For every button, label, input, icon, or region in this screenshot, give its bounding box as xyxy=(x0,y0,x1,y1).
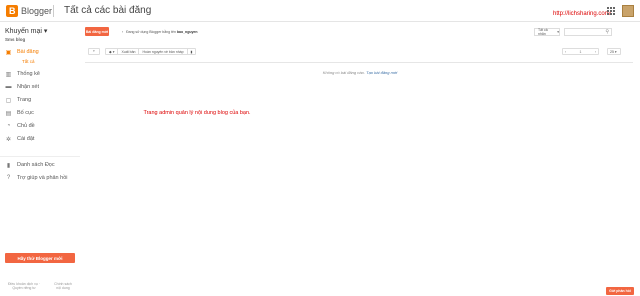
empty-state: Không có bài đăng nào. Tạo bài đăng mới xyxy=(80,70,640,75)
sidebar-item-comments[interactable]: ▬ Nhận xét xyxy=(5,82,40,92)
delete-button[interactable]: ▮ xyxy=(188,49,196,54)
sidebar-item-label: Thống kê xyxy=(17,71,40,77)
apps-grid-icon[interactable] xyxy=(607,7,615,15)
settings-icon: ✲ xyxy=(5,136,12,143)
label-button[interactable]: ◆ ▾ xyxy=(106,49,119,54)
layout-icon: ▤ xyxy=(5,110,12,117)
empty-state-text: Không có bài đăng nào. xyxy=(322,70,366,75)
sidebar-item-label: Nhận xét xyxy=(17,84,40,90)
sidebar-subitem-all[interactable]: Tất cả xyxy=(22,59,35,64)
sidebar-item-label: Trợ giúp và phản hồi xyxy=(17,175,68,181)
page-title: Tất cả các bài đăng xyxy=(64,5,152,16)
sidebar-item-pages[interactable]: ▢ Trang xyxy=(5,95,32,105)
list-divider xyxy=(85,62,633,63)
sidebar-item-stats[interactable]: ▥ Thống kê xyxy=(5,69,40,79)
sidebar-item-label: Trang xyxy=(17,97,32,103)
header-divider xyxy=(53,5,54,17)
blogger-logo-icon[interactable]: B xyxy=(6,5,18,17)
chevron-down-icon: ▾ xyxy=(557,30,559,34)
search-input[interactable]: ⚲ xyxy=(564,28,612,36)
prev-page-button[interactable]: ‹ xyxy=(565,50,566,54)
blog-selector[interactable]: Khuyến mại ▾ xyxy=(5,27,47,35)
bookmark-icon: ▮ xyxy=(6,162,11,169)
revert-to-draft-button[interactable]: Hoàn nguyên về bản nháp xyxy=(139,49,188,54)
pages-icon: ▢ xyxy=(5,97,12,104)
sidebar-item-help[interactable]: ? Trợ giúp và phản hồi xyxy=(5,173,68,183)
try-new-blogger-button[interactable]: Hãy thử Blogger mới xyxy=(5,253,75,263)
sidebar-item-label: Cài đặt xyxy=(17,136,35,142)
top-bar: B Blogger Tất cả các bài đăng http://lic… xyxy=(0,0,640,22)
theme-icon: ◔ xyxy=(6,123,11,129)
main-content: Bài đăng mới › Đang sử dụng Blogger bằng… xyxy=(80,22,640,296)
select-all-checkbox[interactable]: ▾ xyxy=(88,48,100,55)
search-icon: ⚲ xyxy=(605,29,609,35)
sidebar-item-theme[interactable]: ◔ Chủ đề xyxy=(5,121,35,131)
footer-content-policy-link[interactable]: Chính sách nội dung xyxy=(52,282,74,290)
sidebar-item-label: Chủ đề xyxy=(17,123,35,129)
sidebar-item-label: Bài đăng xyxy=(17,49,39,55)
user-notice: › Đang sử dụng Blogger bằng tên bao_nguy… xyxy=(122,30,198,34)
chevron-down-icon: ▾ xyxy=(614,49,617,54)
watermark-text: http://lichsharing.com/ xyxy=(553,11,612,17)
new-post-button[interactable]: Bài đăng mới xyxy=(85,27,109,36)
notice-prefix: Đang sử dụng Blogger bằng tên xyxy=(126,30,177,34)
label-dropdown-caret: ▾ xyxy=(112,49,115,54)
post-toolbar: ◆ ▾ Xuất bản Hoàn nguyên về bản nháp ▮ xyxy=(105,48,197,55)
sidebar-item-posts[interactable]: ▣ Bài đăng xyxy=(5,47,39,57)
avatar[interactable] xyxy=(622,5,634,17)
per-page-value: 25 xyxy=(610,49,614,54)
blog-subtitle: Sms blog xyxy=(5,37,26,42)
trash-icon: ▮ xyxy=(190,49,193,54)
pagination: ‹ 1 › xyxy=(562,48,599,55)
stats-icon: ▥ xyxy=(5,71,12,78)
annotation-text: Trang admin quản lý nội dung blog của bạ… xyxy=(143,110,251,116)
brand-name[interactable]: Blogger xyxy=(21,6,52,16)
create-post-link[interactable]: Tạo bài đăng mới xyxy=(366,70,397,75)
chevron-down-icon: ▾ xyxy=(43,28,48,35)
next-page-button[interactable]: › xyxy=(595,50,596,54)
label-tag-icon: ◆ xyxy=(109,49,112,54)
filter-select-value: Tất cả nhãn xyxy=(538,28,548,36)
per-page-select[interactable]: 25 ▾ xyxy=(607,48,621,55)
footer-terms-link[interactable]: Điều khoản dịch vụ · Quyền riêng tư xyxy=(6,282,42,290)
sidebar-divider xyxy=(0,156,80,157)
sidebar: Khuyến mại ▾ Sms blog ▣ Bài đăng Tất cả ▥… xyxy=(0,22,80,296)
send-feedback-button[interactable]: Gửi phản hồi xyxy=(606,287,634,295)
sidebar-item-reading-list[interactable]: ▮ Danh sách Đọc xyxy=(5,160,55,170)
help-icon: ? xyxy=(6,175,11,181)
chevron-down-icon: ▾ xyxy=(93,49,95,53)
current-page: 1 xyxy=(579,49,582,54)
blog-name: Khuyến mại xyxy=(5,28,42,35)
publish-button[interactable]: Xuất bản xyxy=(118,49,140,54)
sidebar-item-label: Danh sách Đọc xyxy=(17,162,55,168)
notice-username: bao_nguyen xyxy=(176,30,198,34)
posts-icon: ▣ xyxy=(5,49,12,56)
sidebar-item-layout[interactable]: ▤ Bố cục xyxy=(5,108,34,118)
label-filter-select[interactable]: Tất cả nhãn ▾ xyxy=(534,28,560,36)
notice-icon: › xyxy=(122,30,124,34)
sidebar-item-settings[interactable]: ✲ Cài đặt xyxy=(5,134,34,144)
sidebar-item-label: Bố cục xyxy=(17,110,34,116)
comments-icon: ▬ xyxy=(5,84,12,90)
